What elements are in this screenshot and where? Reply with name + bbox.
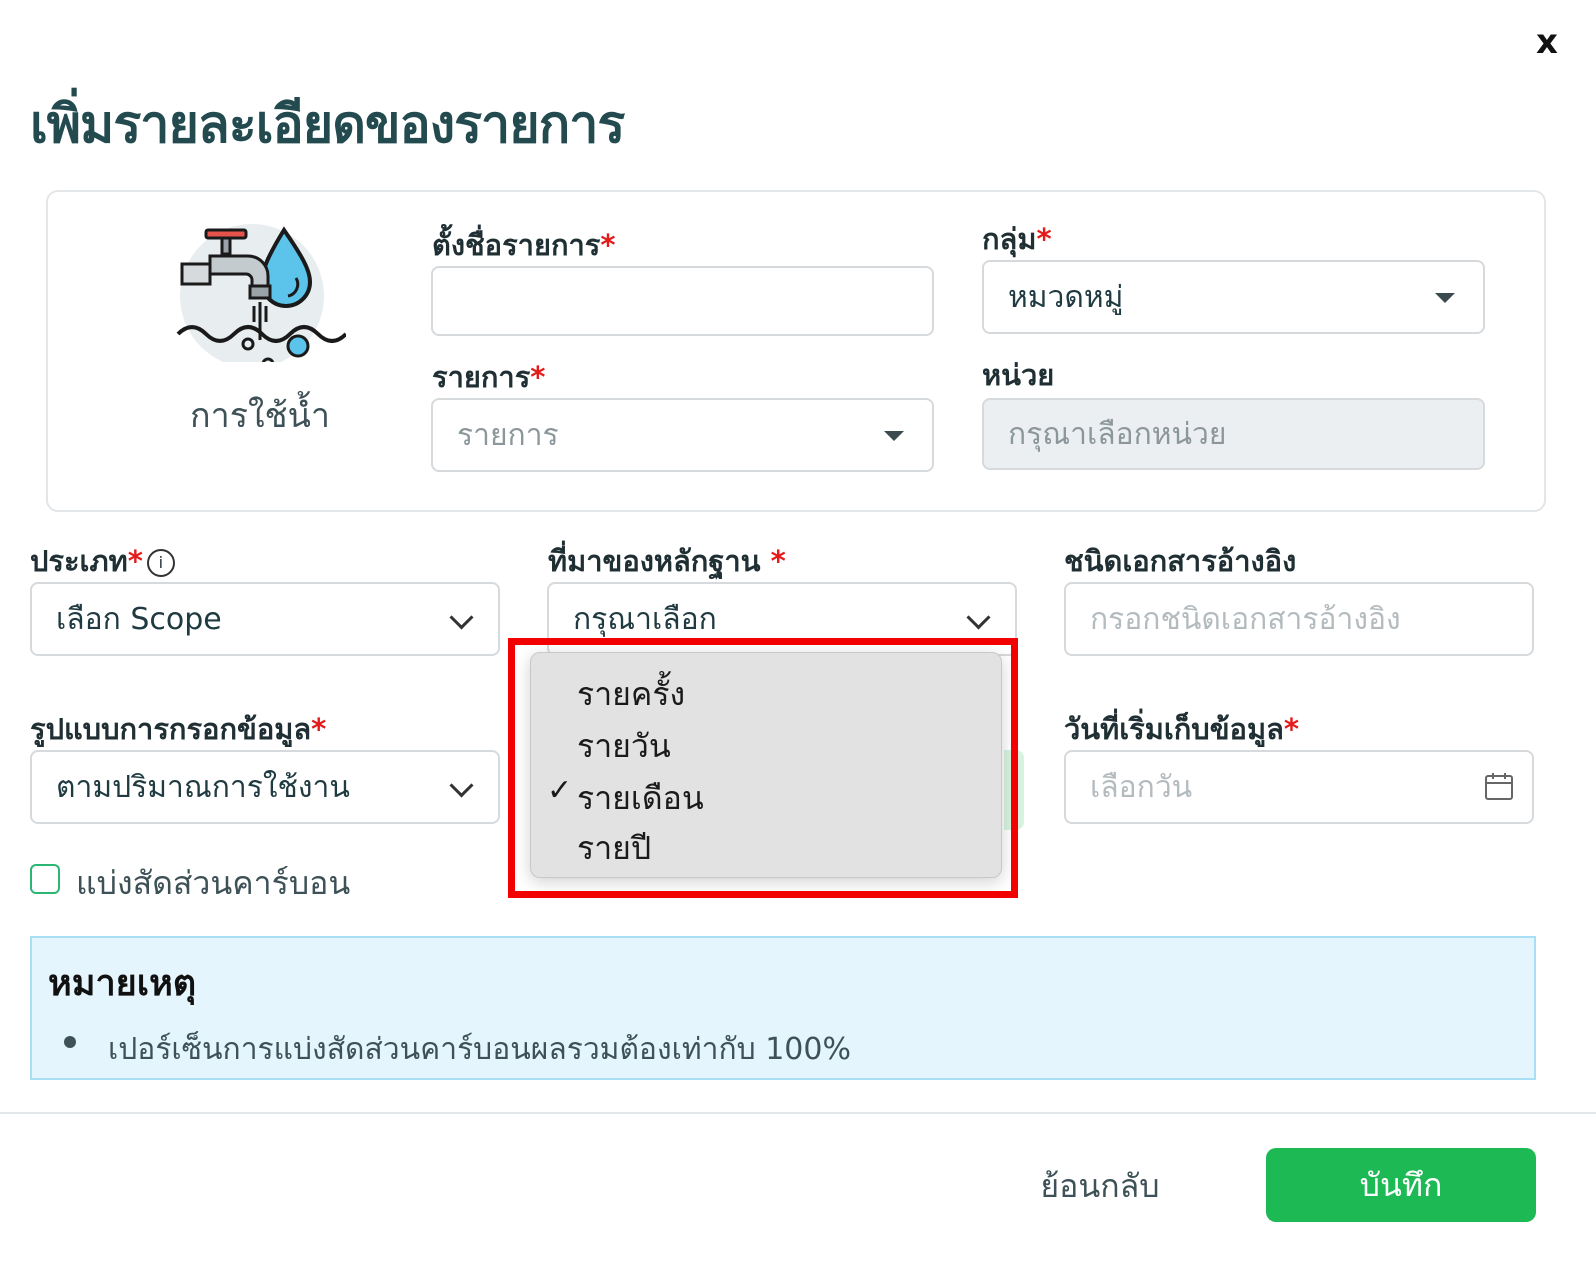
carbon-split-checkbox[interactable] [30, 864, 60, 894]
chevron-down-icon [449, 605, 474, 630]
dropdown-option-monthly[interactable]: รายเดือน [577, 773, 704, 824]
chevron-down-icon [449, 773, 474, 798]
evidence-source-value: กรุณาเลือก [573, 601, 717, 637]
unit-placeholder: กรุณาเลือกหน่วย [1008, 416, 1227, 452]
caret-down-icon [1435, 293, 1455, 303]
group-select-value: หมวดหมู่ [1008, 279, 1124, 315]
item-select-placeholder: รายการ [457, 417, 559, 453]
item-name-input[interactable] [431, 266, 934, 336]
note-title: หมายเหตุ [48, 963, 197, 1004]
reference-doc-type-placeholder: กรอกชนิดเอกสารอ้างอิง [1090, 601, 1401, 637]
frequency-dropdown-menu: รายครั้ง รายวัน ✓ รายเดือน รายปี [530, 652, 1002, 878]
info-icon[interactable]: i [146, 549, 175, 577]
start-date-picker[interactable]: เลือกวัน [1064, 750, 1534, 824]
footer-divider [0, 1112, 1596, 1114]
item-label: รายการ* [432, 360, 546, 394]
checkmark-icon: ✓ [547, 773, 573, 808]
note-box: หมายเหตุ เปอร์เซ็นการแบ่งสัดส่วนคาร์บอนผ… [30, 936, 1536, 1080]
chevron-down-icon [966, 605, 991, 630]
reference-doc-type-label: ชนิดเอกสารอ้างอิง [1064, 544, 1297, 578]
input-mode-label: รูปแบบการกรอกข้อมูล* [30, 712, 327, 746]
input-mode-value: ตามปริมาณการใช้งาน [56, 769, 350, 805]
water-tap-icon [176, 222, 348, 371]
item-select[interactable]: รายการ [431, 398, 934, 472]
unit-field: กรุณาเลือกหน่วย [982, 398, 1485, 470]
reference-doc-type-input[interactable]: กรอกชนิดเอกสารอ้างอิง [1064, 582, 1534, 656]
category-caption: การใช้น้ำ [190, 396, 330, 436]
bullet-icon [64, 1036, 76, 1048]
start-date-label: วันที่เริ่มเก็บข้อมูล* [1064, 712, 1300, 746]
group-select[interactable]: หมวดหมู่ [982, 260, 1485, 334]
scope-select[interactable]: เลือก Scope [30, 582, 500, 656]
scope-select-value: เลือก Scope [56, 601, 222, 637]
type-label: ประเภท* i [30, 538, 175, 584]
unit-label: หน่วย [982, 358, 1055, 392]
note-item: เปอร์เซ็นการแบ่งสัดส่วนคาร์บอนผลรวมต้องเ… [108, 1032, 851, 1067]
hidden-frequency-select-edge [1004, 750, 1024, 830]
save-button[interactable]: บันทึก [1266, 1148, 1536, 1222]
evidence-source-select[interactable]: กรุณาเลือก [547, 582, 1017, 656]
start-date-placeholder: เลือกวัน [1090, 769, 1193, 805]
input-mode-select[interactable]: ตามปริมาณการใช้งาน [30, 750, 500, 824]
dropdown-option-per-time[interactable]: รายครั้ง [577, 669, 685, 720]
add-item-dialog: x เพิ่มรายละเอียดของรายการ การใช้น้ำ ตั้… [0, 0, 1596, 1274]
carbon-split-label[interactable]: แบ่งสัดส่วนคาร์บอน [76, 858, 350, 909]
calendar-icon[interactable] [1484, 771, 1514, 801]
caret-down-icon [884, 431, 904, 441]
dialog-title: เพิ่มรายละเอียดของรายการ [30, 95, 625, 155]
close-icon[interactable]: x [1536, 22, 1558, 62]
dropdown-option-daily[interactable]: รายวัน [577, 721, 671, 772]
group-label: กลุ่ม* [982, 222, 1052, 256]
item-name-label: ตั้งชื่อรายการ* [432, 228, 616, 262]
back-button[interactable]: ย้อนกลับ [1020, 1150, 1180, 1222]
evidence-source-label: ที่มาของหลักฐาน * [548, 544, 786, 578]
dropdown-option-yearly[interactable]: รายปี [577, 823, 651, 874]
